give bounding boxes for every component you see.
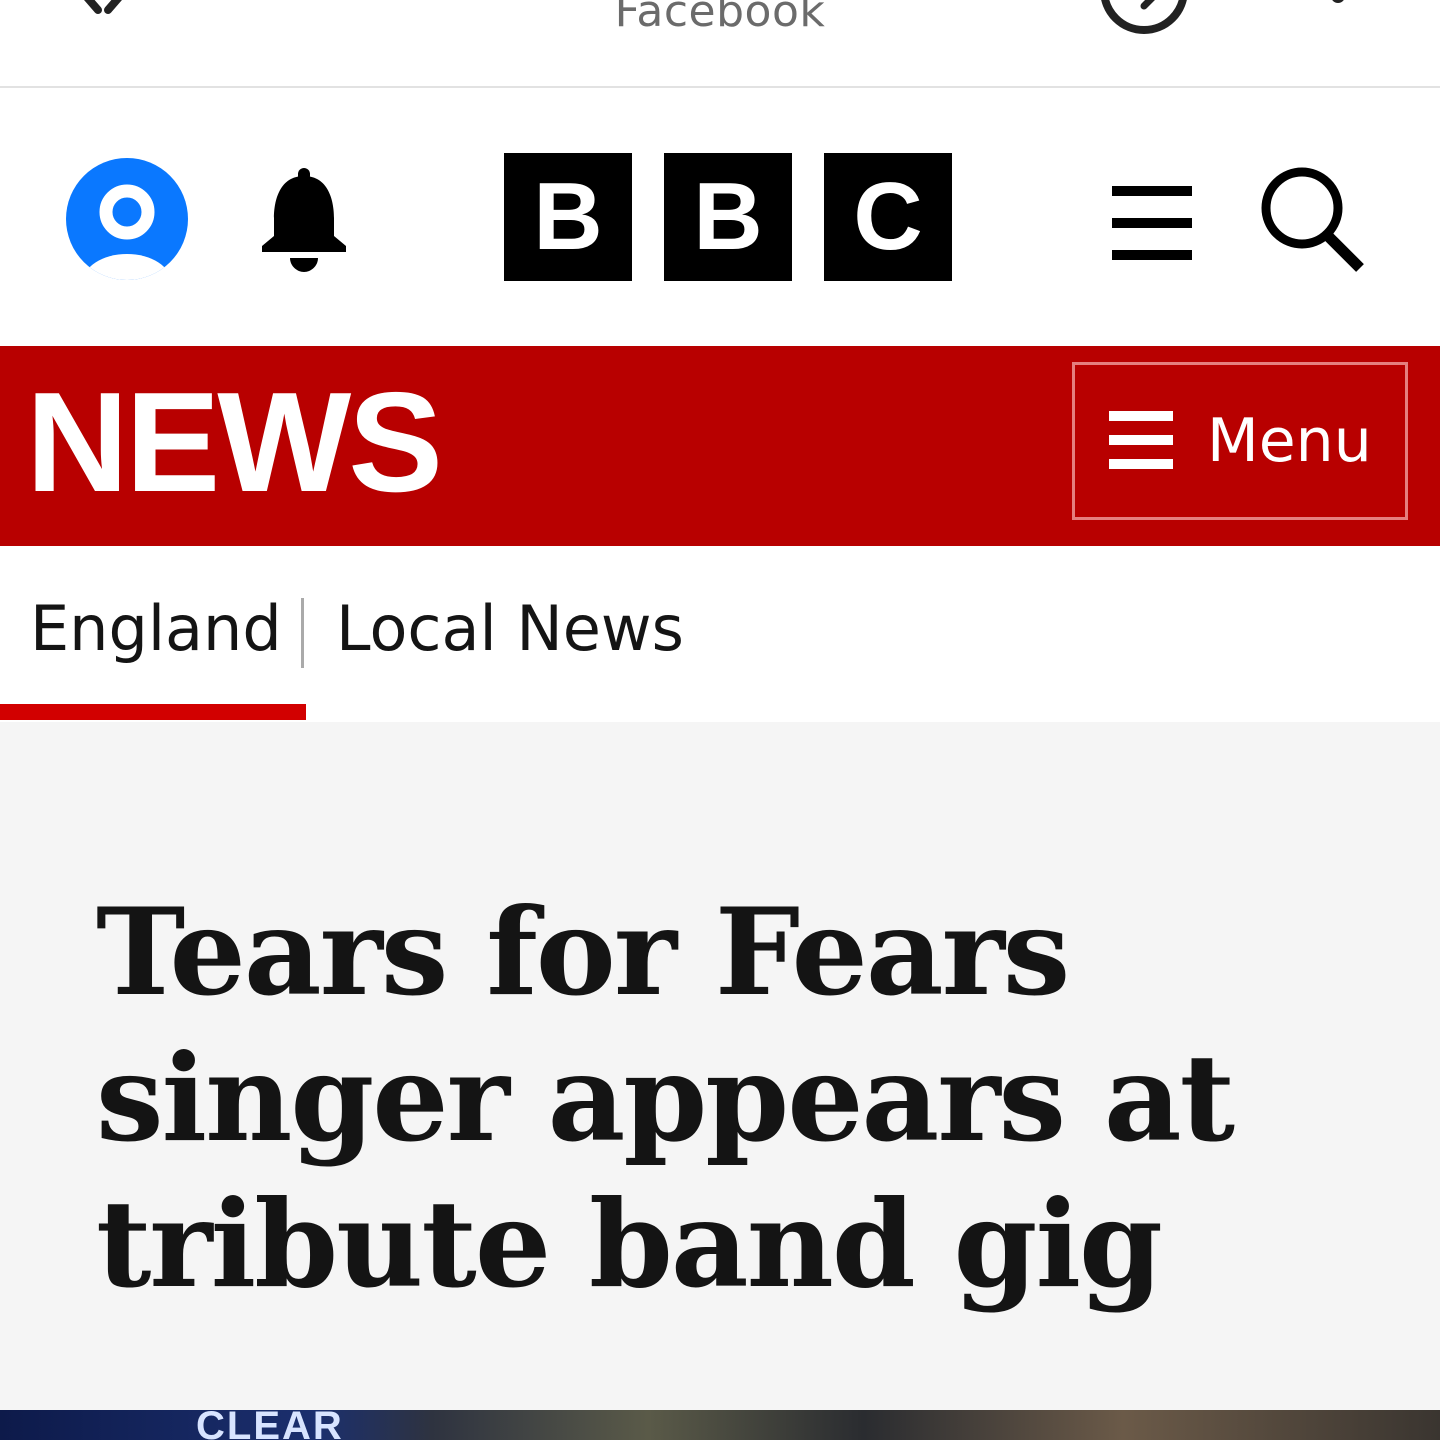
headline-line: Tears for Fears — [96, 882, 1070, 1023]
search-icon[interactable] — [1258, 164, 1366, 274]
bell-icon[interactable] — [254, 166, 354, 274]
bbc-logo-letter: B — [693, 163, 763, 270]
account-icon[interactable] — [66, 158, 188, 280]
browser-toolbar: Facebook — [0, 0, 1440, 88]
site-header: B B C — [0, 90, 1440, 346]
menu-icon — [1109, 411, 1173, 469]
news-wordmark[interactable]: NEWS — [26, 372, 443, 514]
nav-item-local-news[interactable]: Local News — [336, 598, 684, 660]
hamburger-icon[interactable] — [1112, 186, 1192, 260]
article-headline: Tears for Fears singer appears at tribut… — [96, 880, 1296, 1318]
history-icon[interactable] — [1096, 0, 1192, 34]
news-banner: NEWS Menu — [0, 346, 1440, 546]
article-header: Tears for Fears singer appears at tribut… — [0, 722, 1440, 1410]
bbc-logo-block: C — [824, 153, 952, 281]
hero-image-text: CLEAR — [196, 1410, 344, 1440]
bbc-logo-letter: B — [533, 163, 603, 270]
article-hero-image[interactable]: CLEAR — [0, 1410, 1440, 1440]
nav-divider — [301, 598, 304, 668]
nav-item-england[interactable]: England — [30, 598, 282, 660]
headline-line: tribute band gig — [96, 1174, 1163, 1315]
more-vert-icon[interactable] — [1318, 0, 1358, 20]
bbc-logo-block: B — [664, 153, 792, 281]
headline-line: singer appears at — [96, 1028, 1235, 1169]
browser-title: Facebook — [614, 0, 826, 37]
active-nav-indicator — [0, 704, 306, 720]
bbc-logo[interactable]: B B C — [504, 153, 952, 281]
bbc-logo-block: B — [504, 153, 632, 281]
menu-button[interactable]: Menu — [1072, 362, 1408, 520]
menu-label: Menu — [1207, 406, 1372, 476]
bbc-logo-letter: C — [853, 163, 923, 270]
section-nav: England Local News — [0, 546, 1440, 722]
